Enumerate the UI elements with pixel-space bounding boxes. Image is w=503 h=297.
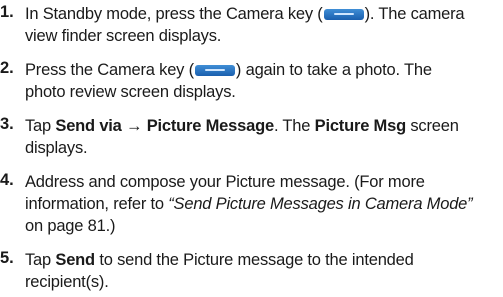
step-line: Address and compose your Picture message… [25, 173, 425, 191]
step-number: 2. [0, 59, 14, 77]
screen-name: Picture Msg [314, 117, 407, 135]
step-number: 5. [0, 249, 14, 267]
instruction-list: 1. In Standby mode, press the Camera key… [0, 0, 503, 297]
step-number: 1. [0, 3, 14, 21]
step-text: In Standby mode, press the Camera key ()… [25, 3, 503, 47]
step-line: Tap Send to send the Picture message to … [25, 251, 414, 269]
step-text: Press the Camera key () again to take a … [25, 59, 503, 103]
camera-key-icon [323, 9, 364, 20]
step-line: view finder screen displays. [25, 27, 222, 45]
step-line: Tap Send via → Picture Message. The Pict… [25, 117, 459, 135]
step-line: recipient(s). [25, 273, 109, 291]
cross-reference: “Send Picture Messages in Camera Mode” [168, 195, 473, 213]
send-label: Send [55, 251, 95, 269]
step-text: Address and compose your Picture message… [25, 171, 503, 237]
step-text: Tap Send to send the Picture message to … [25, 249, 503, 293]
step-number: 3. [0, 115, 14, 133]
step-number: 4. [0, 171, 14, 189]
step-text: Tap Send via → Picture Message. The Pict… [25, 115, 503, 159]
step-line: In Standby mode, press the Camera key ()… [25, 5, 465, 23]
step-line: Press the Camera key () again to take a … [25, 61, 432, 79]
step-line: on page 81.) [25, 217, 116, 235]
menu-path: Send via → Picture Message [55, 117, 274, 135]
step-line: photo review screen displays. [25, 83, 236, 101]
step-line: information, refer to “Send Picture Mess… [25, 195, 473, 213]
camera-key-icon [194, 65, 235, 76]
step-line: displays. [25, 139, 88, 157]
